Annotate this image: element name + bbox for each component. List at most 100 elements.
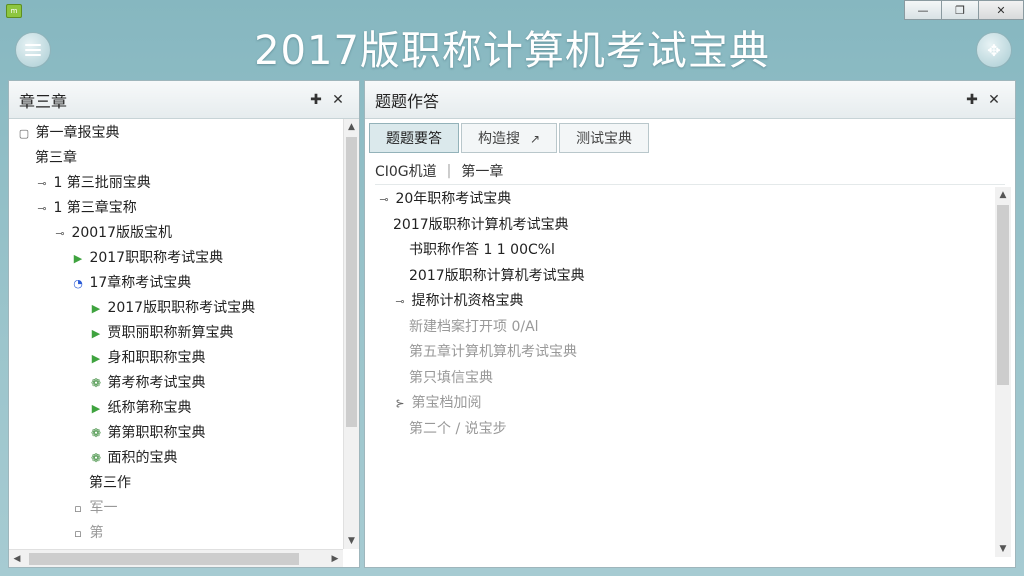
window-controls: — ❐ ✕	[904, 0, 1024, 20]
tree-item[interactable]: ▢ 第一章报宝典	[9, 121, 343, 146]
tree-item[interactable]: 第三章	[9, 146, 343, 171]
scroll-thumb[interactable]	[346, 137, 357, 427]
play-icon: ▶	[91, 302, 101, 315]
close-icon[interactable]: ✕	[327, 92, 349, 108]
app-icon: m	[6, 4, 22, 18]
close-icon[interactable]: ✕	[983, 92, 1005, 108]
tree-item-label: 2017版职称计算机考试宝典	[393, 216, 569, 233]
tree-item[interactable]: 2017版职称计算机考试宝典	[371, 213, 991, 239]
tree-item[interactable]: ❁ 第第职职称宝典	[9, 421, 343, 446]
tree-item[interactable]: ⊱ 第宝档加阅	[371, 391, 991, 417]
expander-icon: ⊸	[55, 227, 65, 240]
tab-answer[interactable]: 题题要答	[369, 123, 459, 153]
arrow-icon: ↗	[530, 132, 541, 146]
clock-icon: ◔	[73, 277, 83, 290]
tree-item[interactable]: ▶ 2017职职称考试宝典	[9, 246, 343, 271]
tree-item[interactable]: ⊸ 1 第三章宝称	[9, 196, 343, 221]
tree-item[interactable]: 2017版职称计算机考试宝典	[371, 264, 991, 290]
tree-item[interactable]: 新建档案打开项 0/Al	[371, 315, 991, 341]
tree-item[interactable]: ⊸ 20017版版宝机	[9, 221, 343, 246]
chapter-tree-hscroll[interactable]: ◀ ▶	[9, 549, 343, 567]
play-icon: ▶	[91, 352, 101, 365]
tree-item-label: 1 第三批丽宝典	[53, 175, 151, 191]
play-icon: ▶	[91, 402, 101, 415]
tree-item-label: 2017版职职称考试宝典	[107, 300, 256, 316]
close-button[interactable]: ✕	[978, 0, 1024, 20]
tree-item[interactable]: ❁ 面积的宝典	[9, 446, 343, 471]
breadcrumb-separator: |	[446, 162, 452, 179]
tree-item[interactable]: 第只填信宝典	[371, 366, 991, 392]
scroll-down-icon[interactable]: ▼	[995, 541, 1011, 557]
answer-panel-header: 题题作答 ✚ ✕	[365, 81, 1015, 119]
app-title: 2017版职称计算机考试宝典	[254, 28, 770, 74]
tree-item-label: 纸称第称宝典	[107, 400, 192, 416]
pin-icon[interactable]: ✚	[305, 92, 327, 108]
tree-item-label: 第五章计算机算机考试宝典	[409, 344, 577, 360]
tree-item-label: 书职称作答 1 1 00C%l	[409, 242, 555, 258]
tree-item[interactable]: 第二个 / 说宝步	[371, 417, 991, 443]
tab-test[interactable]: 测试宝典	[559, 123, 650, 153]
scroll-thumb[interactable]	[997, 205, 1009, 385]
minimize-button[interactable]: —	[904, 0, 942, 20]
scroll-right-icon[interactable]: ▶	[327, 550, 343, 568]
leaf-icon: ❁	[90, 426, 102, 440]
tree-item-label: 第三作	[89, 475, 131, 491]
scroll-down-icon[interactable]: ▼	[344, 533, 359, 549]
tree-item[interactable]: ⊸ 1 第三批丽宝典	[9, 171, 343, 196]
expander-icon: ⊸	[37, 177, 47, 190]
tree-item-label: 提称计机资格宝典	[411, 293, 524, 309]
tree-item[interactable]: 第五章计算机算机考试宝典	[371, 340, 991, 366]
tab-label: 测试宝典	[576, 131, 633, 147]
tree-item-label: 20年职称考试宝典	[395, 191, 512, 207]
tree-item-label: 2017职职称考试宝典	[89, 250, 224, 266]
breadcrumb-item[interactable]: CI0G机道	[375, 161, 437, 181]
compress-button[interactable]: ✥	[976, 32, 1012, 68]
expander-icon: ▫	[74, 527, 82, 540]
tree-item[interactable]: ▶ 身和职职称宝典	[9, 346, 343, 371]
chapter-panel-header: 章三章 ✚ ✕	[9, 81, 359, 119]
expander-icon: ⊸	[379, 193, 389, 206]
tree-item[interactable]: ▶ 纸称第称宝典	[9, 396, 343, 421]
tree-item-label: 第	[89, 525, 104, 541]
tree-item-label: 17章称考试宝典	[89, 275, 192, 291]
question-tree-vscroll[interactable]: ▲ ▼	[995, 187, 1011, 557]
scroll-up-icon[interactable]: ▲	[995, 187, 1011, 203]
scroll-left-icon[interactable]: ◀	[9, 550, 25, 568]
tree-item[interactable]: ◔ 17章称考试宝典	[9, 271, 343, 296]
maximize-button[interactable]: ❐	[941, 0, 979, 20]
tab-search[interactable]: 构造搜 ↗	[461, 123, 558, 153]
pin-icon[interactable]: ✚	[961, 92, 983, 108]
chapter-tree: ▢ 第一章报宝典 第三章 ⊸ 1 第三批丽宝典 ⊸ 1 第三章宝称 ⊸ 20017版版宝…	[9, 119, 343, 549]
leaf-icon: ❁	[90, 451, 102, 465]
chapter-tree-vscroll[interactable]: ▲ ▼	[343, 119, 359, 549]
chapter-panel-title: 章三章	[19, 91, 68, 111]
tree-item-label: 第宝档加阅	[411, 395, 482, 411]
tree-item[interactable]: ▫ 第	[9, 521, 343, 546]
tree-item[interactable]: ⊸ 提称计机资格宝典	[371, 289, 991, 315]
tree-item-label: 第三章	[35, 150, 77, 166]
tree-item[interactable]: ⊸ 20年职称考试宝典	[371, 187, 991, 213]
expander-icon: ⊸	[37, 202, 47, 215]
tree-item-label: 第只填信宝典	[409, 369, 493, 386]
question-tree: ⊸ 20年职称考试宝典 2017版职称计算机考试宝典 书职称作答 1 1 00C%l…	[371, 187, 991, 557]
tree-item[interactable]: ▶ 2017版职职称考试宝典	[9, 296, 343, 321]
tree-item[interactable]: ▫ 军一	[9, 496, 343, 521]
play-icon: ▶	[73, 252, 83, 265]
tree-item[interactable]: 第三作	[9, 471, 343, 496]
chapter-panel: 章三章 ✚ ✕ ▢ 第一章报宝典 第三章 ⊸ 1 第三批丽宝典 ⊸ 1 第三章宝称 ⊸ …	[8, 80, 360, 568]
scroll-up-icon[interactable]: ▲	[344, 119, 359, 135]
expander-icon: ▢	[18, 127, 30, 140]
compress-icon: ✥	[987, 40, 1001, 60]
tree-item[interactable]: 书职称作答 1 1 00C%l	[371, 238, 991, 264]
tree-item[interactable]: ▶ 贾职丽职称新算宝典	[9, 321, 343, 346]
tree-item-label: 第考称考试宝典	[107, 375, 206, 391]
tree-item-label: 第一章报宝典	[35, 125, 120, 141]
answer-panel: 题题作答 ✚ ✕ 题题要答 构造搜 ↗ 测试宝典 CI0G机道 | 第一章 ⊸ 2…	[364, 80, 1016, 568]
breadcrumb-item[interactable]: 第一章	[461, 161, 503, 181]
expander-icon: ▫	[74, 502, 82, 515]
play-icon: ▶	[91, 327, 101, 340]
leaf-icon: ❁	[90, 376, 102, 390]
tree-item[interactable]: ❁ 第考称考试宝典	[9, 371, 343, 396]
tree-item-label: 2017版职称计算机考试宝典	[409, 267, 585, 284]
hscroll-thumb[interactable]	[29, 553, 299, 565]
